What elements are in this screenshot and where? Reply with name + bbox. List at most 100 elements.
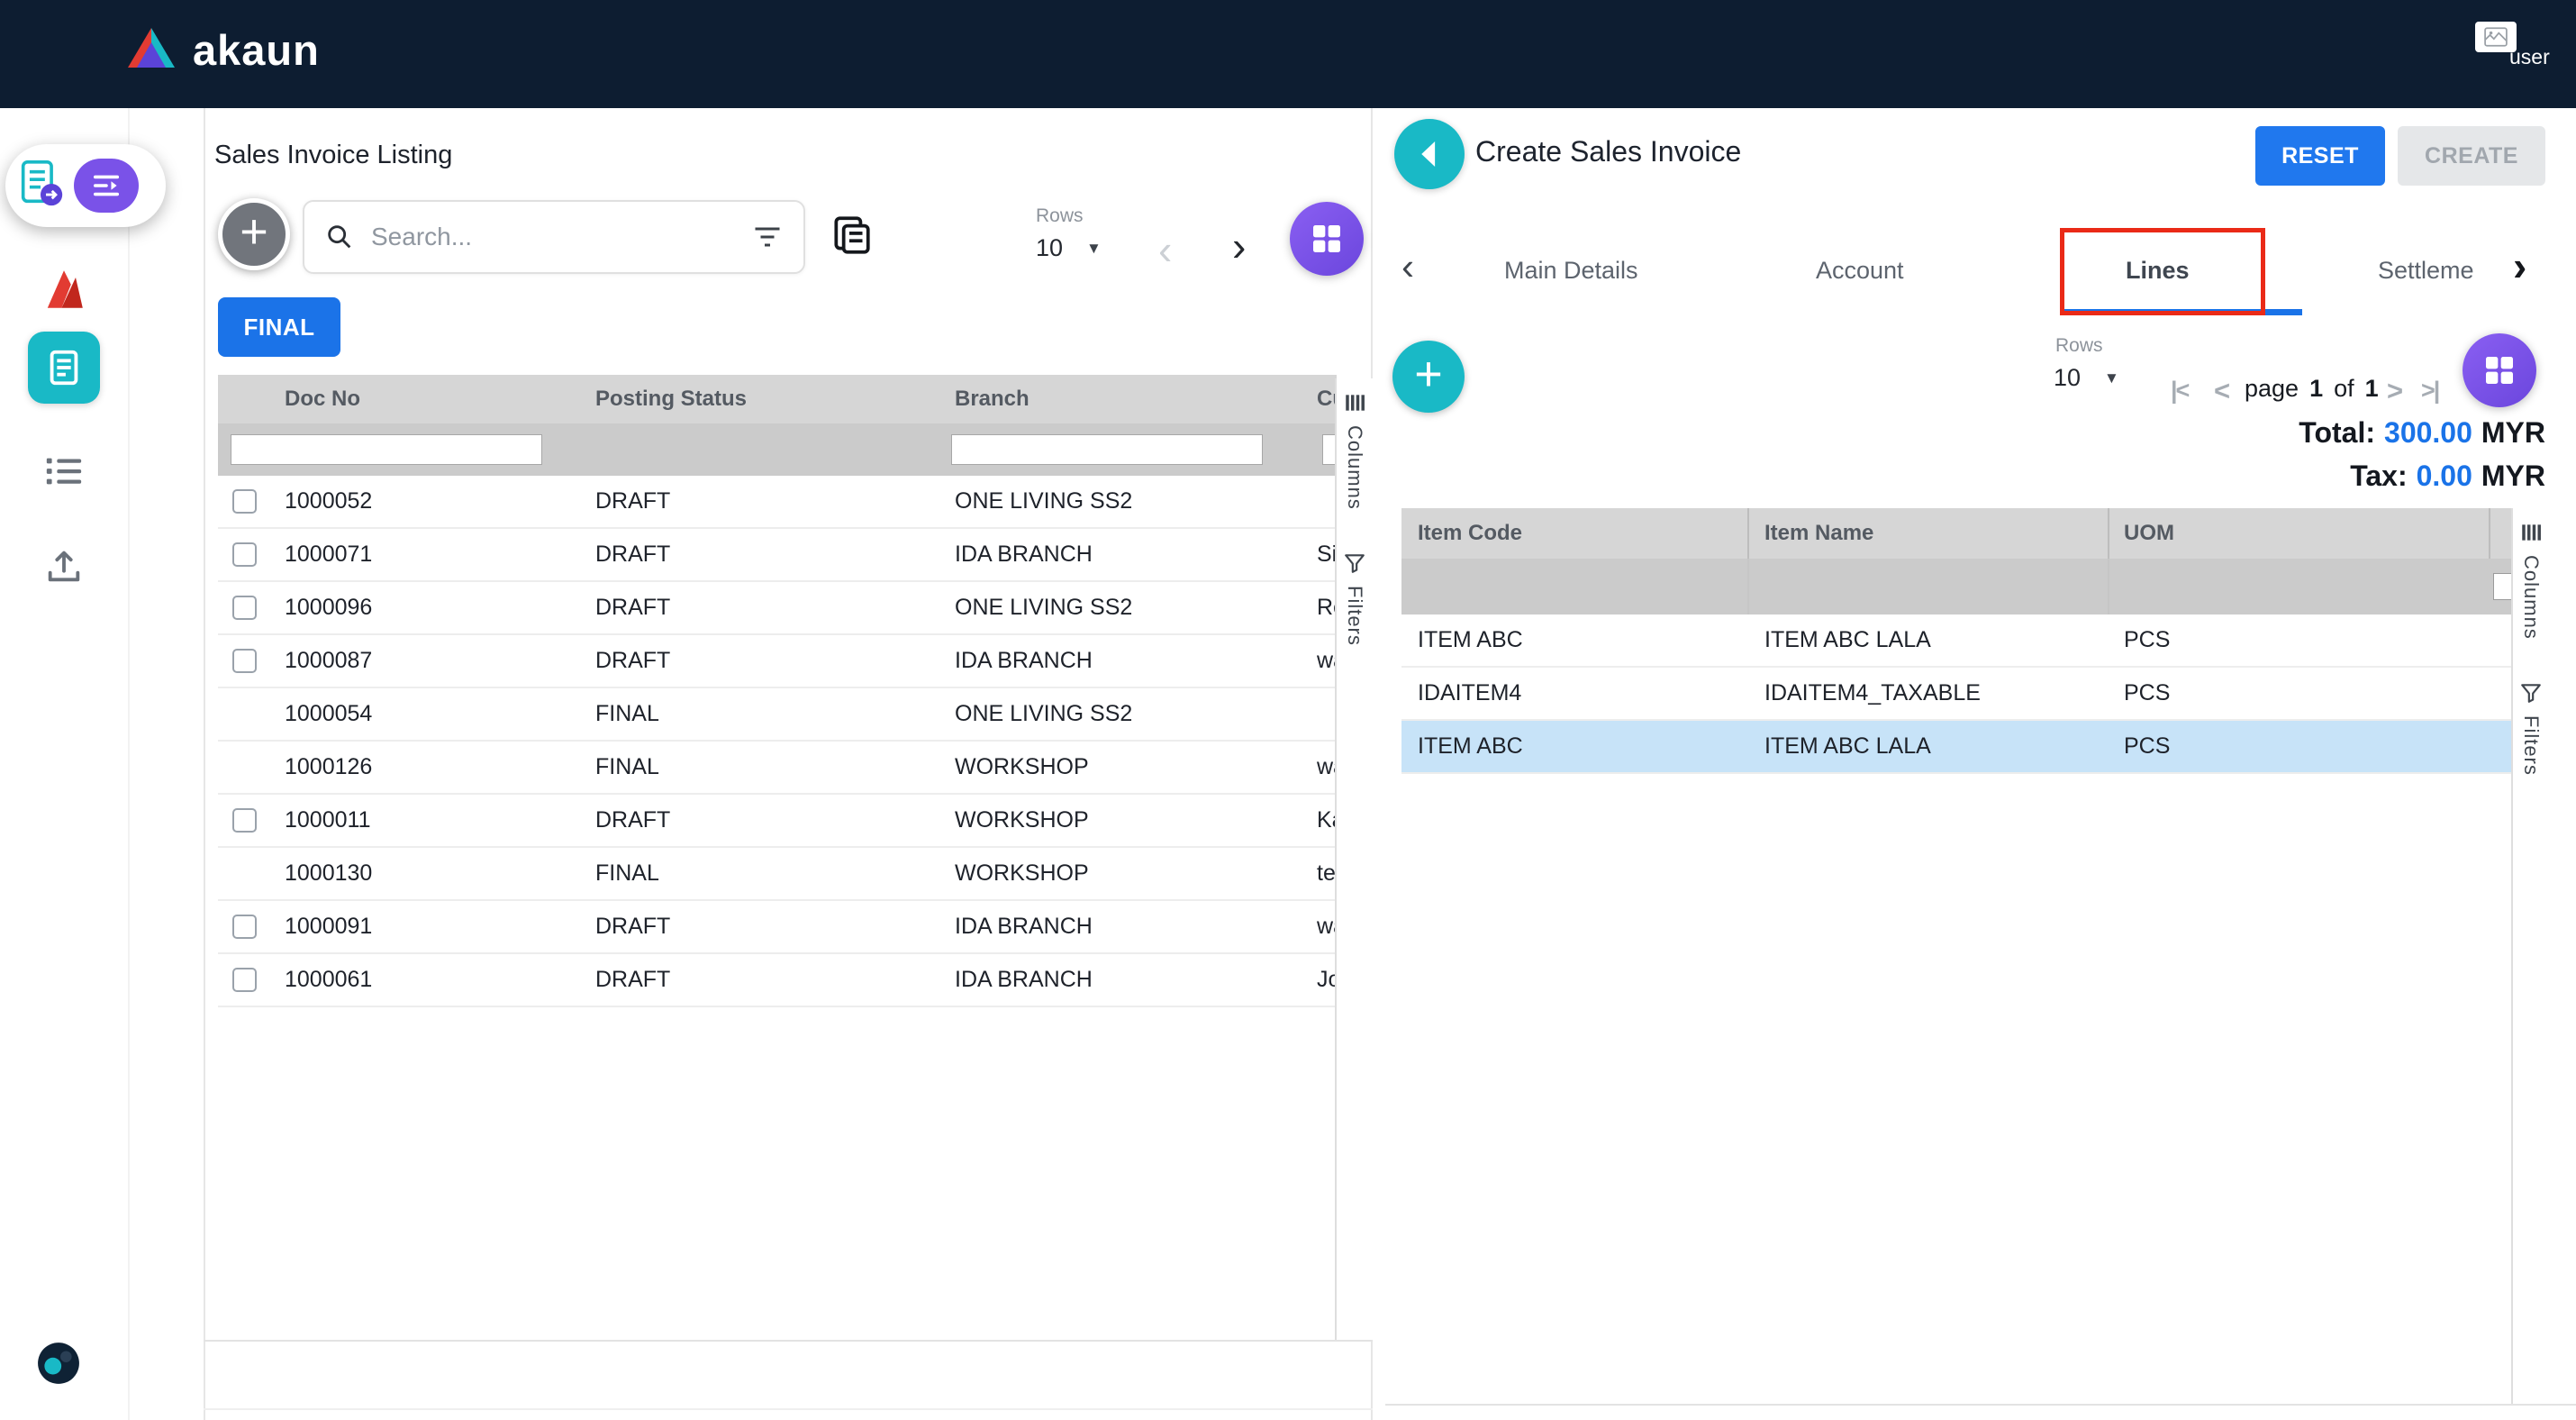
tab-main-details[interactable]: Main Details: [1504, 257, 1638, 285]
row-checkbox[interactable]: [232, 808, 257, 833]
column-header-item-code[interactable]: Item Code: [1418, 508, 1522, 559]
pinned-app-pill[interactable]: [5, 144, 166, 227]
cell-uom: PCS: [2124, 721, 2170, 772]
line-item-row[interactable]: IDAITEM4 IDAITEM4_TAXABLE PCS: [1401, 668, 2511, 721]
filters-toggle[interactable]: Filters: [2519, 715, 2543, 776]
cell-branch: IDA BRANCH: [955, 901, 1093, 952]
filters-toggle[interactable]: Filters: [1343, 586, 1366, 646]
table-row[interactable]: 1000054 FINAL ONE LIVING SS2: [218, 688, 1337, 742]
add-line-button[interactable]: +: [1392, 341, 1465, 413]
doc-no-filter-input[interactable]: [231, 434, 542, 465]
row-checkbox[interactable]: [232, 596, 257, 620]
search-icon: [324, 222, 355, 252]
brand-triangle-icon: [126, 26, 177, 74]
cell-doc-no: 1000011: [285, 795, 370, 846]
column-divider: [1747, 559, 1749, 614]
back-button[interactable]: [1394, 119, 1465, 189]
table-row[interactable]: 1000096 DRAFT ONE LIVING SS2 Re: [218, 582, 1337, 635]
arrow-back-icon: [1410, 135, 1448, 173]
column-header-doc-no[interactable]: Doc No: [285, 375, 360, 423]
table-row[interactable]: 1000071 DRAFT IDA BRANCH Si: [218, 529, 1337, 582]
sidebar-item-reports-app[interactable]: [41, 263, 87, 315]
upload-icon: [43, 546, 85, 586]
tab-settlement[interactable]: Settleme: [2378, 257, 2511, 285]
tab-lines[interactable]: Lines: [2126, 257, 2190, 285]
cell-doc-no: 1000126: [285, 742, 372, 793]
table-side-strip: Columns Filters: [1335, 378, 1373, 1340]
first-page-button[interactable]: |<: [2171, 377, 2188, 405]
cell-doc-no: 1000054: [285, 688, 372, 740]
user-avatar[interactable]: user: [2475, 18, 2562, 83]
tax-label: Tax:: [2350, 460, 2407, 492]
cell-branch: WORKSHOP: [955, 795, 1089, 846]
rows-per-page-select[interactable]: 10 ▼: [2054, 364, 2119, 392]
next-page-button[interactable]: ›: [1232, 225, 1246, 267]
row-checkbox[interactable]: [232, 649, 257, 673]
columns-toggle[interactable]: Columns: [1343, 425, 1366, 510]
orb-icon: [36, 1341, 81, 1386]
cell-doc-no: 1000091: [285, 901, 372, 952]
chevron-down-icon: ▼: [2104, 369, 2119, 387]
reset-button[interactable]: RESET: [2255, 126, 2385, 186]
sidebar-expand-button[interactable]: [74, 159, 139, 213]
cell-branch: ONE LIVING SS2: [955, 688, 1132, 740]
row-checkbox[interactable]: [232, 542, 257, 567]
table-row[interactable]: 1000052 DRAFT ONE LIVING SS2: [218, 476, 1337, 529]
apps-grid-button[interactable]: [1290, 202, 1364, 276]
apps-grid-button[interactable]: [2463, 333, 2536, 407]
previous-page-button[interactable]: <: [2214, 375, 2228, 407]
last-page-button[interactable]: >|: [2421, 377, 2438, 405]
cell-customer: Jo: [1317, 954, 1337, 1006]
brand-name: akaun: [193, 25, 320, 75]
table-row[interactable]: 1000130 FINAL WORKSHOP te: [218, 848, 1337, 901]
add-invoice-button[interactable]: +: [218, 198, 290, 270]
search-box[interactable]: [303, 200, 805, 274]
rows-per-page-value: 10: [2054, 364, 2081, 392]
columns-toggle[interactable]: Columns: [2519, 555, 2543, 640]
duplicate-view-button[interactable]: [827, 211, 875, 259]
table-row[interactable]: 1000011 DRAFT WORKSHOP Ka: [218, 795, 1337, 848]
invoice-app-icon: [14, 158, 67, 214]
avatar-alt-text: user: [2509, 45, 2550, 69]
branch-filter-input[interactable]: [951, 434, 1263, 465]
sidebar-item-listing[interactable]: [43, 452, 85, 488]
table-row[interactable]: 1000091 DRAFT IDA BRANCH wa: [218, 901, 1337, 954]
cell-branch: IDA BRANCH: [955, 529, 1093, 580]
help-widget[interactable]: [36, 1341, 81, 1386]
invoice-table: Doc No Posting Status Branch Cu 1000052 …: [218, 375, 1337, 1007]
sidebar-item-upload[interactable]: [43, 546, 85, 586]
table-row[interactable]: 1000061 DRAFT IDA BRANCH Jo: [218, 954, 1337, 1007]
column-header-posting-status[interactable]: Posting Status: [595, 375, 747, 423]
create-button[interactable]: CREATE: [2398, 126, 2545, 186]
cell-posting-status: DRAFT: [595, 635, 670, 687]
active-tab-underline: [2063, 309, 2302, 315]
line-item-row-selected[interactable]: ITEM ABC ITEM ABC LALA PCS: [1401, 721, 2511, 774]
search-input[interactable]: [369, 222, 737, 252]
tab-account[interactable]: Account: [1816, 257, 1904, 285]
status-filter-chip[interactable]: FINAL: [218, 297, 340, 357]
column-header-branch[interactable]: Branch: [955, 375, 1029, 423]
column-header-uom[interactable]: UOM: [2124, 508, 2174, 559]
filter-list-icon[interactable]: [751, 223, 784, 250]
column-header-item-name[interactable]: Item Name: [1764, 508, 1873, 559]
cell-posting-status: DRAFT: [595, 901, 670, 952]
row-checkbox[interactable]: [232, 489, 257, 514]
total-label: Total:: [2299, 416, 2375, 449]
row-checkbox[interactable]: [232, 968, 257, 992]
panel-bottom-border: [204, 1340, 1373, 1342]
rows-per-page-select[interactable]: 10 ▼: [1036, 234, 1102, 262]
row-checkbox[interactable]: [232, 915, 257, 939]
tabs-scroll-right-button[interactable]: ›: [2513, 241, 2526, 290]
table-row[interactable]: 1000087 DRAFT IDA BRANCH wa: [218, 635, 1337, 688]
line-item-row[interactable]: ITEM ABC ITEM ABC LALA PCS: [1401, 614, 2511, 668]
next-page-button[interactable]: >: [2387, 375, 2401, 407]
previous-page-button[interactable]: ‹: [1158, 229, 1172, 270]
column-divider: [2108, 508, 2109, 559]
sidebar-item-accounting-app[interactable]: [28, 332, 100, 404]
table-row[interactable]: 1000126 FINAL WORKSHOP wa: [218, 742, 1337, 795]
cell-posting-status: DRAFT: [595, 795, 670, 846]
column-header-customer[interactable]: Cu: [1317, 375, 1337, 423]
cell-customer: Re: [1317, 582, 1337, 633]
tabs-scroll-left-button[interactable]: ‹: [1401, 245, 1414, 288]
sidebar: [0, 108, 130, 1420]
